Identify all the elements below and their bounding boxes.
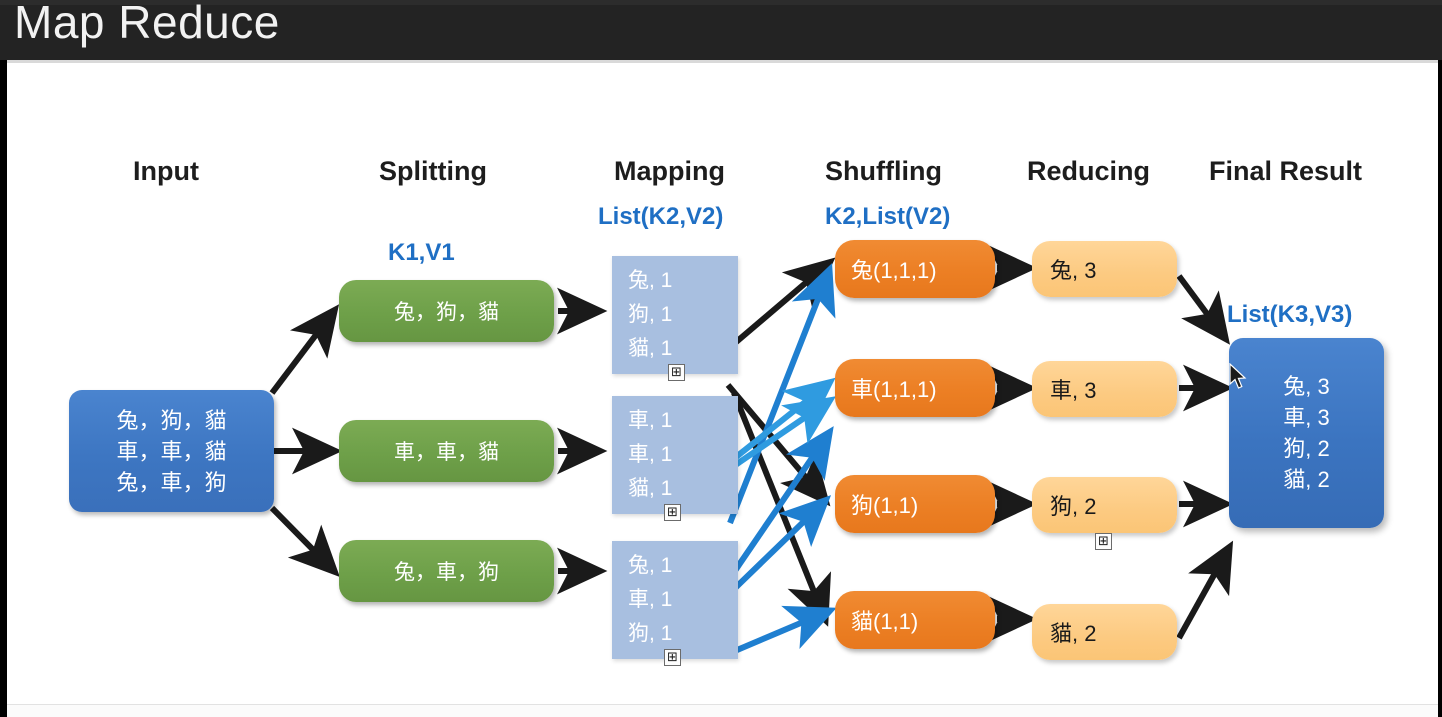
- window-left-edge: [0, 60, 7, 717]
- mapping-box-2: 車, 1 車, 1 貓, 1: [612, 396, 738, 514]
- mapreduce-diagram: Input Splitting Mapping Shuffling Reduci…: [7, 63, 1438, 704]
- expand-marker-reducing-3[interactable]: ⊞: [1095, 533, 1112, 550]
- column-header-splitting: Splitting: [379, 156, 487, 186]
- column-header-reducing: Reducing: [1027, 156, 1151, 186]
- window-bottom-strip: [7, 704, 1438, 717]
- reducing-box-1: 兔, 3: [1032, 241, 1177, 297]
- splitting-box-2: 車，車，貓: [339, 420, 554, 482]
- screen-root: Map Reduce Input Splitting Mapping Shuff…: [0, 0, 1442, 717]
- label-list-k2v2: List(K2,V2): [598, 203, 724, 230]
- label-k2-list-v2: K2,List(V2): [825, 203, 951, 230]
- input-box: 兔，狗，貓 車，車，貓 兔，車，狗: [69, 390, 274, 512]
- reducing-box-2: 車, 3: [1032, 361, 1177, 417]
- shuffling-box-3: 狗(1,1): [835, 475, 995, 533]
- reducing-box-4: 貓, 2: [1032, 604, 1177, 660]
- mapping-box-3: 兔, 1 車, 1 狗, 1: [612, 541, 738, 659]
- shuffling-box-4: 貓(1,1): [835, 591, 995, 649]
- splitting-box-3: 兔，車，狗: [339, 540, 554, 602]
- page-title: Map Reduce: [14, 0, 280, 48]
- window-right-edge: [1438, 60, 1442, 717]
- column-header-final-result: Final Result: [1209, 156, 1363, 186]
- expand-marker-mapping-3[interactable]: ⊞: [664, 649, 681, 666]
- shuffling-box-1: 兔(1,1,1): [835, 240, 995, 298]
- mapping-box-1: 兔, 1 狗, 1 貓, 1: [612, 256, 738, 374]
- window-title-bar: Map Reduce: [0, 0, 1442, 60]
- column-header-shuffling: Shuffling: [825, 156, 942, 186]
- label-k1v1: K1,V1: [388, 239, 455, 266]
- reducing-box-3: 狗, 2: [1032, 477, 1177, 533]
- column-header-input: Input: [133, 156, 199, 186]
- splitting-box-1: 兔，狗，貓: [339, 280, 554, 342]
- final-result-box: 兔, 3 車, 3 狗, 2 貓, 2: [1229, 338, 1384, 528]
- expand-marker-mapping-1[interactable]: ⊞: [668, 364, 685, 381]
- shuffling-box-2: 車(1,1,1): [835, 359, 995, 417]
- expand-marker-mapping-2[interactable]: ⊞: [664, 504, 681, 521]
- label-list-k3v3: List(K3,V3): [1227, 301, 1353, 328]
- column-header-mapping: Mapping: [614, 156, 725, 186]
